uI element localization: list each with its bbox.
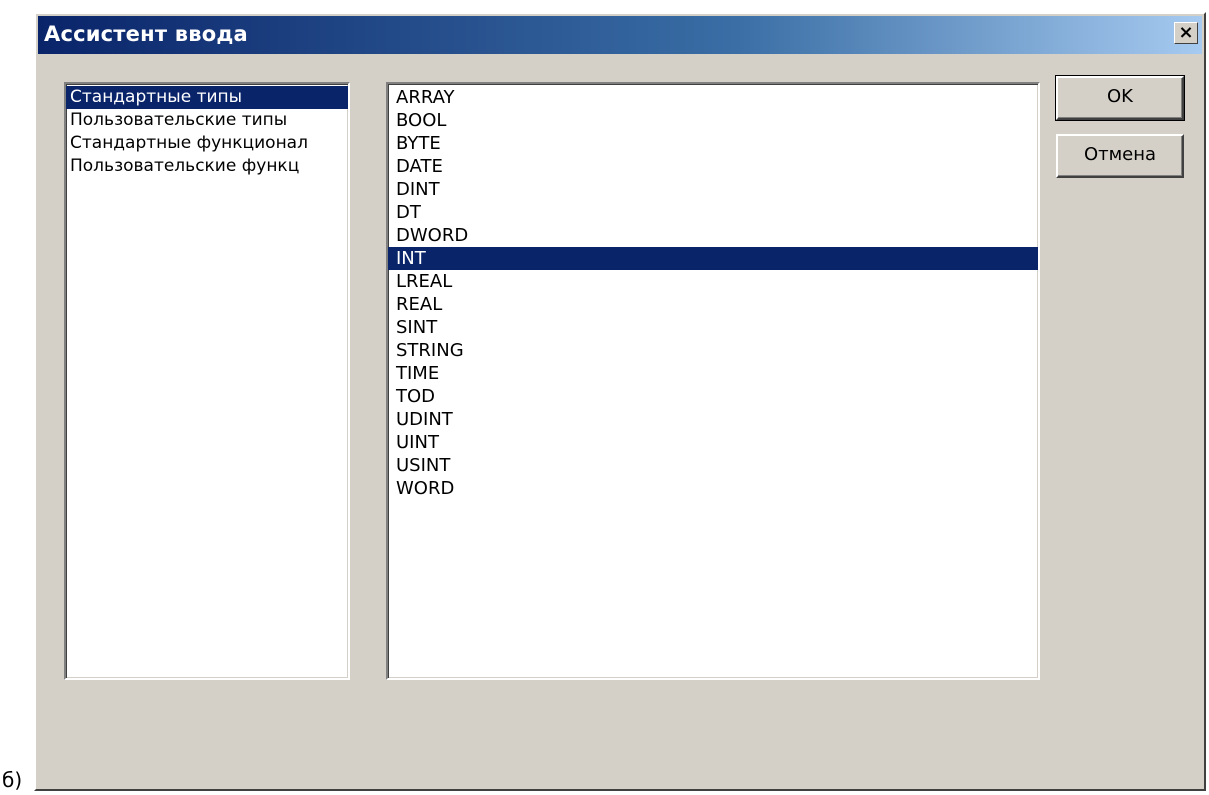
category-list-item[interactable]: Пользовательские функц — [66, 155, 348, 178]
type-list-item[interactable]: TIME — [388, 362, 1038, 385]
type-list: ARRAY BOOL BYTE DATE DINT DT DWORD INT LREAL REAL… — [388, 84, 1038, 500]
type-listbox[interactable]: ARRAY BOOL BYTE DATE DINT DT DWORD INT LREAL REAL… — [386, 82, 1040, 680]
type-list-item[interactable]: INT — [388, 247, 1038, 270]
type-list-item[interactable]: REAL — [388, 293, 1038, 316]
category-list-item[interactable]: Стандартные функционал — [66, 132, 348, 155]
type-list-item[interactable]: TOD — [388, 385, 1038, 408]
dialog-title: Ассистент ввода — [44, 22, 248, 46]
category-list: Стандартные типы Пользовательские типы Ста… — [66, 84, 348, 178]
title-bar[interactable]: Ассистент ввода × — [38, 16, 1202, 54]
type-list-item[interactable]: WORD — [388, 477, 1038, 500]
type-list-item[interactable]: BOOL — [388, 109, 1038, 132]
type-list-item[interactable]: UINT — [388, 431, 1038, 454]
type-list-item[interactable]: LREAL — [388, 270, 1038, 293]
category-listbox[interactable]: Стандартные типы Пользовательские типы Ста… — [64, 82, 350, 680]
type-list-item[interactable]: DINT — [388, 178, 1038, 201]
type-list-item[interactable]: STRING — [388, 339, 1038, 362]
close-icon: × — [1178, 22, 1194, 43]
type-list-item[interactable]: UDINT — [388, 408, 1038, 431]
close-button[interactable]: × — [1174, 22, 1198, 44]
type-list-item[interactable]: BYTE — [388, 132, 1038, 155]
input-assistant-dialog: Ассистент ввода × Стандартные типы Пользо… — [34, 12, 1206, 791]
category-list-item[interactable]: Стандартные типы — [66, 86, 348, 109]
category-list-item[interactable]: Пользовательские типы — [66, 109, 348, 132]
type-list-item[interactable]: ARRAY — [388, 86, 1038, 109]
type-list-item[interactable]: USINT — [388, 454, 1038, 477]
type-list-item[interactable]: SINT — [388, 316, 1038, 339]
type-list-item[interactable]: DATE — [388, 155, 1038, 178]
figure-caption-letter: б) — [2, 768, 23, 792]
ok-button[interactable]: OK — [1055, 75, 1185, 121]
cancel-button[interactable]: Отмена — [1056, 134, 1184, 178]
type-list-item[interactable]: DT — [388, 201, 1038, 224]
type-list-item[interactable]: DWORD — [388, 224, 1038, 247]
